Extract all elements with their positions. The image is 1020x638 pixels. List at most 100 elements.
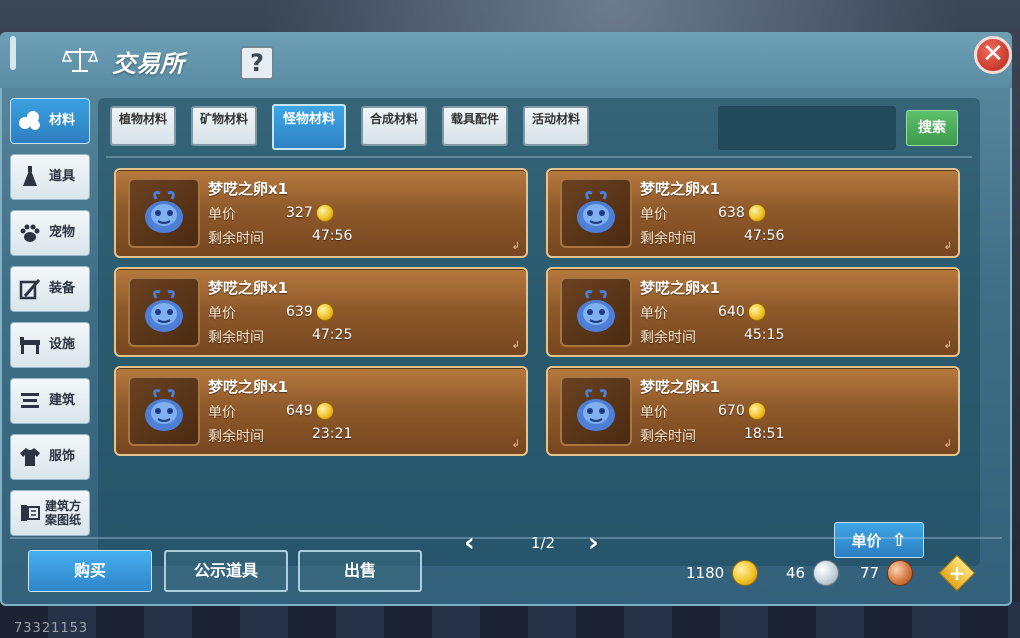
- sidebar-item-label: 材料: [49, 113, 76, 128]
- listing-price: 639: [286, 303, 334, 321]
- time-label: 剩余时间: [640, 429, 696, 445]
- divider: [106, 156, 972, 158]
- equipment-icon: [17, 276, 43, 302]
- sidebar-item-clothing[interactable]: 服饰: [10, 434, 90, 480]
- corner-arrow-icon: ↲: [511, 439, 520, 450]
- tab-vehicle-parts[interactable]: 载具配件: [442, 106, 508, 146]
- subcategory-tabs: 植物材料 矿物材料 怪物材料 合成材料 载具配件 活动材料: [110, 104, 604, 150]
- blueprint-icon: [17, 500, 43, 526]
- listing-card[interactable]: 梦呓之卵x1 单价 670 剩余时间 18:51 ↲: [546, 366, 960, 456]
- category-sidebar: 材料 道具 宠物 装备 设施 建筑 服饰 建筑方案图纸: [10, 98, 90, 546]
- silver-balance: 46: [786, 560, 840, 586]
- listing-time: 18:51: [744, 426, 785, 442]
- price-label: 单价: [208, 207, 236, 223]
- gold-coin-icon: [315, 303, 334, 321]
- background-floor: [0, 602, 1020, 638]
- sidebar-item-pets[interactable]: 宠物: [10, 210, 90, 256]
- time-label: 剩余时间: [640, 330, 696, 346]
- tab-monster-materials[interactable]: 怪物材料: [272, 104, 346, 150]
- prev-page-button[interactable]: ‹: [464, 528, 475, 558]
- gold-coin-icon: [747, 303, 766, 321]
- gold-coin-icon: [315, 204, 334, 222]
- gold-amount: 1180: [686, 564, 725, 582]
- search-input[interactable]: [718, 106, 896, 150]
- sidebar-item-facilities[interactable]: 设施: [10, 322, 90, 368]
- listing-grid: 梦呓之卵x1 单价 327 剩余时间 47:56 ↲ 梦呓之卵x1 单价 638…: [114, 168, 962, 456]
- listing-time: 23:21: [312, 426, 353, 442]
- gold-coin-icon: [747, 204, 766, 222]
- sidebar-item-materials[interactable]: 材料: [10, 98, 90, 144]
- listing-time: 47:56: [312, 228, 353, 244]
- sell-button[interactable]: 出售: [298, 550, 422, 592]
- close-button[interactable]: ✕: [974, 36, 1012, 74]
- sort-by-price-button[interactable]: 单价 ⇧: [834, 522, 924, 558]
- price-value: 649: [286, 403, 313, 419]
- price-value: 640: [718, 304, 745, 320]
- building-icon: [17, 388, 43, 414]
- scale-icon: [62, 48, 98, 72]
- clothing-icon: [17, 444, 43, 470]
- sidebar-item-buildings[interactable]: 建筑: [10, 378, 90, 424]
- listing-name: 梦呓之卵x1: [208, 180, 289, 198]
- listing-card[interactable]: 梦呓之卵x1 单价 640 剩余时间 45:15 ↲: [546, 267, 960, 357]
- publicize-items-button[interactable]: 公示道具: [164, 550, 288, 592]
- facility-icon: [17, 332, 43, 358]
- materials-icon: [17, 108, 43, 134]
- sort-arrow-up-icon: ⇧: [891, 529, 907, 551]
- sidebar-item-equipment[interactable]: 装备: [10, 266, 90, 312]
- search-button[interactable]: 搜索: [906, 110, 958, 146]
- silver-coin-icon: [813, 560, 840, 586]
- listing-price: 649: [286, 402, 334, 420]
- tab-synthetic-materials[interactable]: 合成材料: [361, 106, 427, 146]
- listing-card[interactable]: 梦呓之卵x1 单价 638 剩余时间 47:56 ↲: [546, 168, 960, 258]
- sidebar-item-items[interactable]: 道具: [10, 154, 90, 200]
- tab-plant-materials[interactable]: 植物材料: [110, 106, 176, 146]
- item-icon: [17, 164, 43, 190]
- sort-label: 单价: [851, 531, 882, 550]
- sidebar-item-label: 服饰: [49, 449, 76, 464]
- dream-egg-icon: [128, 277, 200, 347]
- time-label: 剩余时间: [208, 231, 264, 247]
- sidebar-item-label: 宠物: [49, 225, 76, 240]
- plus-icon: +: [948, 561, 966, 585]
- listing-panel: 植物材料 矿物材料 怪物材料 合成材料 载具配件 活动材料 搜索 梦呓之卵x1 …: [98, 98, 980, 566]
- sidebar-item-label: 道具: [49, 169, 76, 184]
- gold-coin-icon: [732, 560, 759, 586]
- gold-balance: 1180: [686, 560, 759, 586]
- listing-card[interactable]: 梦呓之卵x1 单价 639 剩余时间 47:25 ↲: [114, 267, 528, 357]
- price-label: 单价: [208, 306, 236, 322]
- tab-event-materials[interactable]: 活动材料: [523, 106, 589, 146]
- corner-arrow-icon: ↲: [511, 340, 520, 351]
- sidebar-item-blueprints[interactable]: 建筑方案图纸: [10, 490, 90, 536]
- drag-handle[interactable]: [10, 36, 16, 70]
- listing-name: 梦呓之卵x1: [208, 279, 289, 297]
- listing-time: 47:56: [744, 228, 785, 244]
- bronze-coin-icon: [887, 560, 914, 586]
- help-button[interactable]: ?: [240, 46, 274, 80]
- paw-icon: [17, 220, 43, 246]
- sidebar-item-label: 建筑: [49, 393, 76, 408]
- listing-price: 640: [718, 303, 766, 321]
- tab-mineral-materials[interactable]: 矿物材料: [191, 106, 257, 146]
- next-page-button[interactable]: ›: [588, 528, 599, 558]
- listing-card[interactable]: 梦呓之卵x1 单价 327 剩余时间 47:56 ↲: [114, 168, 528, 258]
- window-title: 交易所: [112, 49, 184, 78]
- sidebar-item-label: 建筑方案图纸: [45, 499, 82, 527]
- time-label: 剩余时间: [208, 429, 264, 445]
- bronze-balance: 77: [860, 560, 914, 586]
- corner-arrow-icon: ↲: [511, 241, 520, 252]
- dream-egg-icon: [560, 277, 632, 347]
- corner-arrow-icon: ↲: [943, 439, 952, 450]
- price-label: 单价: [640, 306, 668, 322]
- listing-card[interactable]: 梦呓之卵x1 单价 649 剩余时间 23:21 ↲: [114, 366, 528, 456]
- buy-button[interactable]: 购买: [28, 550, 152, 592]
- listing-name: 梦呓之卵x1: [208, 378, 289, 396]
- listing-price: 638: [718, 204, 766, 222]
- gold-coin-icon: [315, 402, 334, 420]
- price-value: 327: [286, 205, 313, 221]
- sidebar-item-label: 装备: [49, 281, 76, 296]
- divider: [10, 537, 1002, 539]
- listing-price: 670: [718, 402, 766, 420]
- sidebar-item-label: 设施: [49, 337, 76, 352]
- price-label: 单价: [640, 405, 668, 421]
